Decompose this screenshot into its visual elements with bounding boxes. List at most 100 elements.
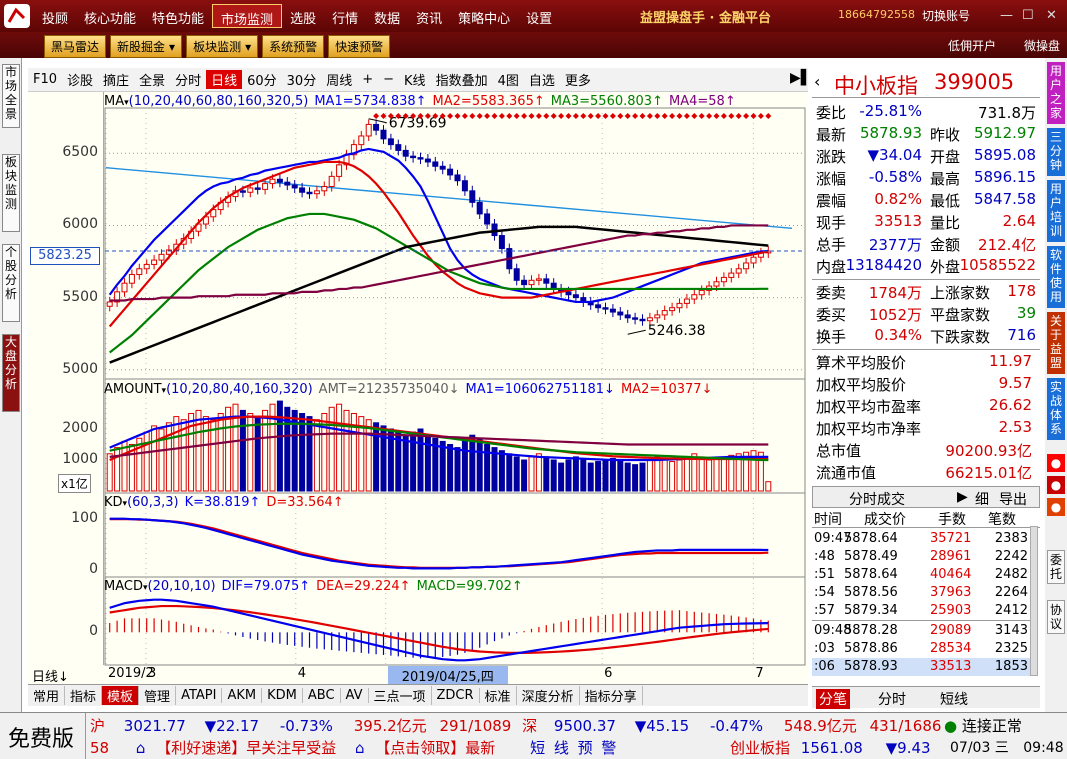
candle-body — [128, 274, 135, 284]
indicator-tab-11[interactable]: 标准 — [480, 686, 517, 705]
toolbar-item-7[interactable]: 30分 — [282, 70, 322, 89]
indicator-tab-0[interactable]: 常用 — [28, 686, 66, 705]
right-icon-0[interactable]: 委托 — [1047, 550, 1065, 584]
short-alert-link[interactable]: 短 线 预 警 — [530, 739, 618, 757]
divider — [812, 620, 1030, 621]
left-tab-sector[interactable]: 板块监测 — [2, 154, 20, 232]
play-icon[interactable]: ▶ — [957, 489, 968, 505]
menu-item-6[interactable]: 数据 — [366, 4, 408, 28]
menu-item-2[interactable]: 特色功能 — [144, 4, 212, 28]
macd-header[interactable]: MACD▾(20,10,10) DIF=79.075↑ DEA=29.224↑ MAC… — [104, 579, 523, 595]
tick-scrollbar[interactable] — [1030, 526, 1038, 676]
indicator-name[interactable]: KD — [104, 495, 123, 510]
prev-stock-icon[interactable]: ‹ — [814, 72, 820, 91]
close-icon[interactable]: ✕ — [1046, 8, 1057, 23]
toolbar-item-11[interactable]: 4图 — [493, 70, 524, 89]
indicator-name[interactable]: AMOUNT — [104, 382, 162, 397]
minimize-icon[interactable]: — — [1000, 8, 1013, 23]
right-tab-4[interactable]: 关于益盟 — [1047, 312, 1065, 374]
indicator-tab-10[interactable]: ZDCR — [432, 688, 480, 703]
indicator-tab-8[interactable]: AV — [341, 688, 369, 703]
toolbar-item-9[interactable]: K线 — [399, 70, 431, 89]
indicator-tab-2[interactable]: 模板 — [102, 686, 140, 705]
right-icon-1[interactable]: 协议 — [1047, 600, 1065, 634]
right-tab-1[interactable]: 三分钟 — [1047, 128, 1065, 176]
indicator-tab-13[interactable]: 指标分享 — [580, 686, 643, 705]
signal-diamond — [654, 113, 661, 119]
home-icon[interactable]: ⌂ — [355, 739, 365, 757]
side-tool-icon[interactable]: ● — [1047, 454, 1065, 472]
panel-toggle-icon[interactable]: ▶▌ — [790, 70, 812, 86]
news-link-1[interactable]: 【利好速递】早关注早受益 — [156, 739, 336, 757]
quote-bottom-tabs: 分笔 分时 短线 — [812, 686, 1040, 709]
indicator-tab-3[interactable]: 管理 — [139, 686, 177, 705]
cyb-value: 1561.08 — [800, 739, 863, 757]
indicator-name[interactable]: MACD — [104, 579, 143, 594]
toolbar-item-2[interactable]: 摘庄 — [98, 70, 134, 89]
toolbar-item-6[interactable]: 60分 — [242, 70, 282, 89]
left-nav: 市场全景 板块监测 个股分析 大盘分析 — [0, 58, 22, 712]
left-tab-index[interactable]: 大盘分析 — [2, 334, 20, 412]
indicator-tab-12[interactable]: 深度分析 — [517, 686, 580, 705]
right-tab-2[interactable]: 用户培训 — [1047, 180, 1065, 242]
toolbar-item-1[interactable]: 诊股 — [62, 70, 98, 89]
quote-tab-0[interactable]: 分笔 — [816, 689, 850, 709]
zoom-out-icon[interactable]: − — [378, 72, 399, 87]
export-button[interactable]: 导出 — [999, 489, 1027, 509]
right-tab-3[interactable]: 软件使用 — [1047, 246, 1065, 308]
switch-account-link[interactable]: 切换账号 — [922, 7, 970, 24]
amount-bar — [720, 456, 727, 492]
quick-button-0[interactable]: 黑马雷达 — [44, 35, 107, 58]
toolbar-item-4[interactable]: 分时 — [170, 70, 206, 89]
menu-item-0[interactable]: 投顾 — [34, 4, 76, 28]
indicator-tab-6[interactable]: KDM — [262, 688, 303, 703]
right-tab-0[interactable]: 用户之家 — [1047, 62, 1065, 124]
detail-button[interactable]: 细 — [975, 489, 989, 509]
toolbar-item-8[interactable]: 周线 — [321, 70, 357, 89]
candle-body — [728, 272, 735, 278]
maximize-icon[interactable]: ☐ — [1022, 8, 1034, 23]
open-account-link[interactable]: 低佣开户 — [948, 37, 996, 54]
quote-tab-2[interactable]: 短线 — [940, 689, 968, 709]
menu-item-1[interactable]: 核心功能 — [76, 4, 144, 28]
indicator-tab-7[interactable]: ABC — [303, 688, 341, 703]
indicator-tab-4[interactable]: ATAPI — [176, 688, 223, 703]
toolbar-item-5[interactable]: 日线 — [206, 70, 243, 89]
quick-button-3[interactable]: 系统预警 — [262, 35, 325, 58]
menu-item-9[interactable]: 设置 — [518, 4, 560, 28]
toolbar-item-3[interactable]: 全景 — [134, 70, 170, 89]
zoom-in-icon[interactable]: + — [357, 72, 378, 87]
menu-item-3[interactable]: 市场监测 — [212, 4, 283, 28]
menu-item-8[interactable]: 策略中心 — [450, 4, 518, 28]
left-tab-stock[interactable]: 个股分析 — [2, 244, 20, 322]
toolbar-item-13[interactable]: 更多 — [560, 70, 596, 89]
toolbar-item-10[interactable]: 指数叠加 — [431, 70, 493, 89]
micro-trade-link[interactable]: 微操盘 — [1024, 37, 1060, 54]
menu-item-5[interactable]: 行情 — [324, 4, 366, 28]
side-tool-icon[interactable]: ● — [1047, 498, 1065, 516]
period-label[interactable]: 日线↓ — [32, 666, 69, 685]
left-tab-market[interactable]: 市场全景 — [2, 64, 20, 128]
indicator-tab-5[interactable]: AKM — [222, 688, 263, 703]
menu-item-4[interactable]: 选股 — [282, 4, 324, 28]
quote-tab-1[interactable]: 分时 — [878, 689, 906, 709]
kd-header[interactable]: KD▾(60,3,3) K=38.819↑ D=33.564↑ — [104, 495, 344, 511]
quick-button-1[interactable]: 新股掘金 ▾ — [110, 35, 183, 58]
quick-button-4[interactable]: 快速预警 — [328, 35, 391, 58]
toolbar-item-12[interactable]: 自选 — [524, 70, 560, 89]
menu-item-7[interactable]: 资讯 — [408, 4, 450, 28]
right-tab-5[interactable]: 实战体系 — [1047, 378, 1065, 440]
amount-header[interactable]: AMOUNT▾(10,20,80,40,160,320) AMT=21235735… — [104, 382, 713, 398]
side-tool-icon[interactable]: ● — [1047, 476, 1065, 494]
indicator-tab-1[interactable]: 指标 — [65, 686, 103, 705]
chart-area[interactable]: 6739.69 5246.38 5000 5500 6000 6500 1000 2000 0… — [28, 92, 808, 685]
ma-header[interactable]: MA▾(10,20,40,60,80,160,320,5) MA1=5734.83… — [104, 94, 736, 110]
tick-cell: 2325 — [994, 641, 1028, 656]
quote-value: -0.58% — [868, 168, 922, 186]
indicator-tab-9[interactable]: 三点一项 — [369, 686, 432, 705]
quick-button-2[interactable]: 板块监测 ▾ — [186, 35, 259, 58]
toolbar-item-0[interactable]: F10 — [28, 72, 62, 87]
indicator-name[interactable]: MA — [104, 94, 124, 109]
home-icon[interactable]: ⌂ — [136, 739, 146, 757]
news-link-2[interactable]: 【点击领取】最新 — [375, 739, 495, 757]
